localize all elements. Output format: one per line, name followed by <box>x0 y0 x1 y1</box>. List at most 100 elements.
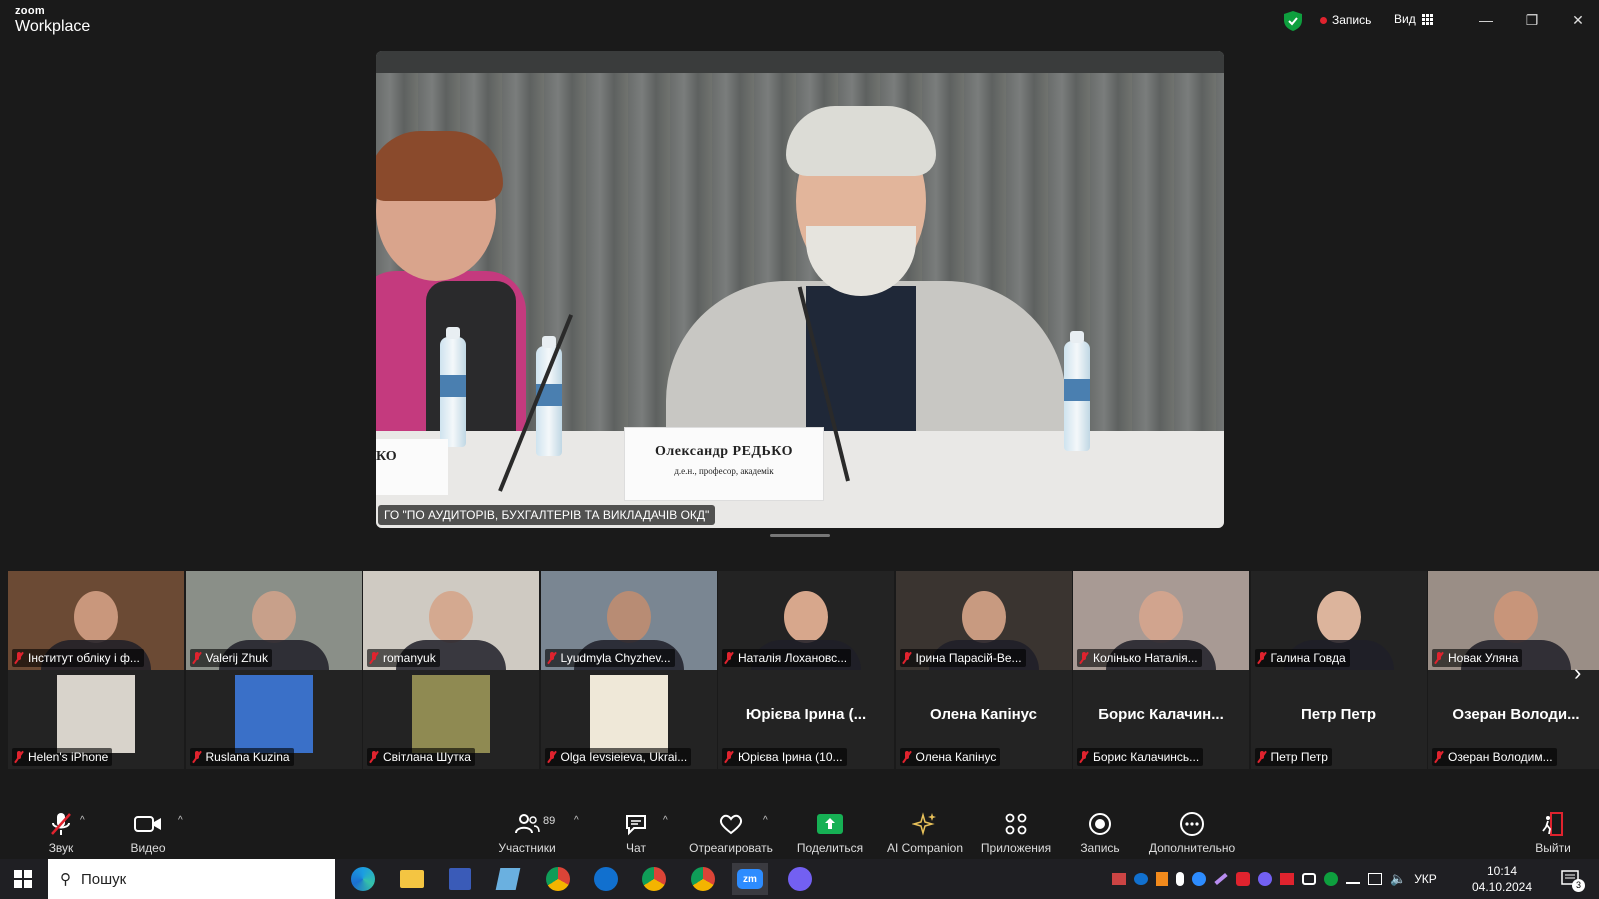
resize-handle[interactable] <box>770 534 830 537</box>
chrome-profile-icon[interactable] <box>636 863 672 895</box>
participant-tile[interactable]: Olga Ievsieieva, Ukrai... <box>540 670 717 769</box>
webex-icon[interactable] <box>588 863 624 895</box>
participant-video-feed <box>606 590 651 643</box>
muted-microphone-icon <box>1257 751 1267 763</box>
participant-tile[interactable]: Колінько Наталія... <box>1073 571 1249 670</box>
restore-button[interactable]: ❐ <box>1517 8 1547 32</box>
participant-name: Озеран Володим... <box>1448 750 1553 764</box>
tray-pen-icon[interactable] <box>1214 872 1228 886</box>
more-button[interactable]: Дополнительно <box>1145 803 1239 859</box>
participants-options-chevron-icon[interactable]: ^ <box>574 815 579 826</box>
participant-name: Галина Говда <box>1270 651 1346 665</box>
minimize-button[interactable]: — <box>1471 8 1501 32</box>
participant-tile[interactable]: Борис Калачин... Борис Калачинсь... <box>1073 670 1249 769</box>
tray-red-app-icon[interactable] <box>1236 872 1250 886</box>
tray-orange-icon[interactable] <box>1156 872 1168 886</box>
participant-tile[interactable]: Інститут обліку і ф... <box>8 571 184 670</box>
muted-microphone-icon <box>192 751 202 763</box>
participant-video-feed <box>1494 590 1538 643</box>
participant-tile[interactable]: Helen's iPhone <box>8 670 184 769</box>
tray-display-icon[interactable] <box>1368 873 1382 885</box>
tray-webex-icon[interactable] <box>1134 873 1148 885</box>
participant-tile[interactable]: Наталія Лохановс... <box>718 571 894 670</box>
tray-video-icon[interactable] <box>1280 873 1294 885</box>
chrome-profile-2-icon[interactable] <box>685 863 721 895</box>
recording-indicator[interactable]: Запись <box>1320 13 1371 27</box>
nameplate-left: КО <box>376 439 448 495</box>
react-options-chevron-icon[interactable]: ^ <box>763 815 768 826</box>
video-options-chevron-icon[interactable]: ^ <box>178 815 183 826</box>
close-button[interactable]: ✕ <box>1563 8 1593 32</box>
audio-button[interactable]: Звук <box>36 803 86 859</box>
sparkle-icon <box>912 810 938 838</box>
encryption-shield-icon[interactable] <box>1284 11 1302 31</box>
participant-tile[interactable]: Новак Уляна <box>1428 571 1599 670</box>
participant-tile[interactable]: Світлана Шутка <box>363 670 539 769</box>
participants-button[interactable]: Участники <box>492 803 562 859</box>
file-explorer-icon[interactable] <box>394 863 430 895</box>
participant-tile[interactable]: romanyuk <box>363 571 539 670</box>
participant-name: Ірина Парасій-Ве... <box>915 651 1022 665</box>
record-icon <box>1088 810 1112 838</box>
leave-button[interactable]: Выйти <box>1532 803 1574 859</box>
taskbar-clock[interactable]: 10:14 04.10.2024 <box>1462 863 1542 895</box>
tray-microphone-icon[interactable] <box>1176 872 1184 886</box>
language-indicator[interactable]: УКР <box>1414 872 1437 886</box>
tray-volume-icon[interactable]: 🔈 <box>1390 871 1406 887</box>
notes-app-icon[interactable] <box>490 863 526 895</box>
viber-icon[interactable] <box>782 863 818 895</box>
tray-security-icon[interactable] <box>1324 872 1338 886</box>
save-disk-icon[interactable] <box>442 863 478 895</box>
participant-tile[interactable]: Lyudmyla Chyzhev... <box>540 571 717 670</box>
tray-network-icon[interactable] <box>1346 874 1360 884</box>
water-bottle-icon <box>440 327 466 447</box>
windows-start-icon[interactable] <box>14 870 32 888</box>
video-button[interactable]: Видео <box>118 803 178 859</box>
active-speaker-video[interactable]: КО Олександр РЕДЬКО д.е.н., професор, ак… <box>376 51 1224 528</box>
participant-name-label: Ruslana Kuzina <box>189 748 294 766</box>
clock-time: 10:14 <box>1486 864 1518 878</box>
participant-tile[interactable]: Петр Петр Петр Петр <box>1250 670 1427 769</box>
apps-button[interactable]: Приложения <box>976 803 1056 859</box>
logo-zoom-text: zoom <box>15 5 45 17</box>
participant-video-feed <box>74 590 118 643</box>
muted-microphone-icon <box>369 751 379 763</box>
next-page-chevron-icon[interactable]: › <box>1574 660 1581 686</box>
tray-teamviewer-icon[interactable] <box>1302 873 1316 885</box>
chat-bubble-icon <box>624 810 648 838</box>
participant-name-label: romanyuk <box>367 649 440 667</box>
edge-browser-icon[interactable] <box>345 863 381 895</box>
react-button[interactable]: Отреагировать <box>686 803 776 859</box>
heart-icon <box>718 810 744 838</box>
participant-display-name: Борис Калачин... <box>1098 706 1224 723</box>
share-screen-button[interactable]: Поделиться <box>790 803 870 859</box>
participant-tile[interactable]: Ірина Парасій-Ве... <box>895 571 1072 670</box>
tray-app-icon[interactable] <box>1112 873 1126 885</box>
zoom-app-icon[interactable]: zm <box>732 863 768 895</box>
ai-companion-button[interactable]: AI Companion <box>880 803 970 859</box>
recording-label: Запись <box>1332 13 1372 27</box>
participant-tile[interactable]: Олена Капінус Олена Капінус <box>895 670 1072 769</box>
taskbar-search-box[interactable]: ⚲ Пошук <box>48 859 335 899</box>
participant-tile[interactable]: Ruslana Kuzina <box>185 670 362 769</box>
notifications-icon[interactable]: 3 <box>1560 869 1585 892</box>
participant-tile[interactable]: Юрієва Ірина (... Юрієва Ірина (10... <box>718 670 894 769</box>
audio-options-chevron-icon[interactable]: ^ <box>80 815 85 826</box>
chrome-icon[interactable] <box>540 863 576 895</box>
system-tray[interactable]: 🔈 УКР <box>1112 859 1437 899</box>
muted-microphone-icon <box>1434 652 1444 664</box>
tray-zoom-icon[interactable] <box>1192 872 1206 886</box>
participant-name: Valerij Zhuk <box>205 651 268 665</box>
tray-viber-icon[interactable] <box>1258 872 1272 886</box>
participant-tile[interactable]: Галина Говда <box>1250 571 1427 670</box>
react-label: Отреагировать <box>689 841 773 855</box>
chat-button[interactable]: Чат <box>616 803 656 859</box>
view-button[interactable]: Вид <box>1394 12 1433 26</box>
audio-label: Звук <box>48 841 74 855</box>
share-screen-icon <box>816 810 844 838</box>
chat-options-chevron-icon[interactable]: ^ <box>663 815 668 826</box>
muted-microphone-icon <box>369 652 379 664</box>
record-button[interactable]: Запись <box>1078 803 1122 859</box>
participant-name-label: Світлана Шутка <box>367 748 475 766</box>
participant-tile[interactable]: Valerij Zhuk <box>185 571 362 670</box>
